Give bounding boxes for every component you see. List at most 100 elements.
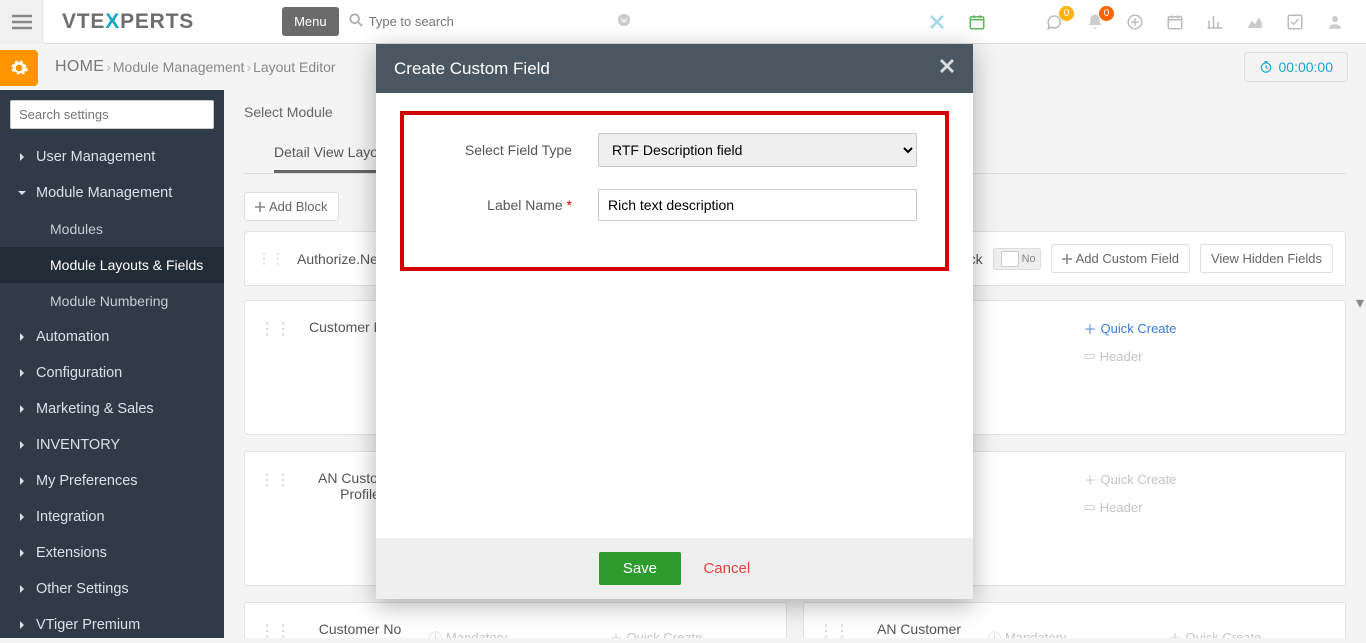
chevron-right-icon [18, 585, 26, 593]
user-icon[interactable] [1326, 13, 1344, 31]
sidebar-item[interactable]: Configuration [0, 355, 224, 391]
scroll-indicator-icon: ▾ [1356, 293, 1364, 313]
breadcrumb-l1[interactable]: Module Management [113, 59, 245, 75]
modal-title: Create Custom Field [394, 59, 550, 79]
sidebar-item-label: My Preferences [36, 473, 138, 489]
global-search-input[interactable] [345, 8, 635, 35]
prop-mandatory[interactable]: ⓘ Mandatory [429, 621, 592, 638]
modal-close-icon[interactable] [939, 58, 955, 79]
search-dropdown-icon[interactable] [617, 13, 631, 32]
toggle-no-label: No [1019, 253, 1036, 265]
add-block-button[interactable]: Add Block [244, 192, 339, 221]
sidebar-item[interactable]: Integration [0, 499, 224, 535]
chevron-right-icon [18, 369, 26, 377]
sidebar-item[interactable]: Automation [0, 319, 224, 355]
sidebar-item[interactable]: User Management [0, 139, 224, 175]
sidebar-subitem[interactable]: Modules [0, 211, 224, 247]
sidebar-search-input[interactable] [10, 100, 214, 129]
sidebar-subitem[interactable]: Module Layouts & Fields [0, 247, 224, 283]
sidebar-item[interactable]: Module Management [0, 175, 224, 211]
sidebar-item-label: User Management [36, 149, 155, 165]
field-name: AN Customer [864, 621, 974, 638]
sidebar-item-label: Automation [36, 329, 109, 345]
chevron-right-icon [18, 441, 26, 449]
search-icon [349, 13, 363, 32]
sidebar-item-label: Configuration [36, 365, 122, 381]
prop-quick-create[interactable]: ＋ Quick Create [1084, 319, 1332, 338]
bell-icon[interactable]: 0 [1086, 13, 1104, 31]
calendar-icon[interactable] [1166, 13, 1184, 31]
prop-quick-create[interactable]: ＋ Quick Create [610, 621, 773, 638]
drag-handle-icon[interactable]: ⋮⋮ [259, 319, 291, 416]
save-button[interactable]: Save [599, 552, 681, 585]
drag-handle-icon[interactable]: ⋮⋮ [259, 470, 291, 567]
prop-header[interactable]: ▭ Header [1084, 348, 1332, 364]
chat-badge: 0 [1059, 6, 1074, 21]
timer-value: 00:00:00 [1279, 59, 1334, 75]
bar-chart-icon[interactable] [1206, 13, 1224, 31]
chevron-right-icon [18, 153, 26, 161]
field-name: Customer No Type [305, 621, 415, 638]
drag-handle-icon[interactable]: ⋮⋮ [257, 250, 285, 267]
sidebar-item[interactable]: INVENTORY [0, 427, 224, 463]
breadcrumb-home[interactable]: HOME [55, 58, 104, 76]
settings-sidebar: User ManagementModule ManagementModulesM… [0, 90, 224, 638]
field-card: ⋮⋮ AN Customer ⓘ Mandatory ＋ Quick Creat… [803, 602, 1346, 638]
breadcrumb-l2: Layout Editor [253, 59, 336, 75]
highlight-annotation: Select Field Type RTF Description field … [400, 111, 949, 271]
brand-text-pre: VTE [62, 10, 105, 34]
drag-handle-icon[interactable]: ⋮⋮ [818, 621, 850, 638]
sidebar-item-label: Module Management [36, 185, 172, 201]
label-name-input[interactable] [598, 189, 917, 221]
prop-quick-create[interactable]: ＋ Quick Create [1084, 470, 1332, 489]
tab-detail-view[interactable]: Detail View Layout [274, 134, 390, 173]
brand-text-x: X [105, 10, 120, 34]
drag-handle-icon[interactable]: ⋮⋮ [259, 621, 291, 638]
brand-text-post: PERTS [120, 10, 194, 34]
field-type-select[interactable]: RTF Description field [598, 133, 917, 167]
breadcrumb-sep: › [104, 59, 113, 75]
block-toggle[interactable]: No [993, 248, 1041, 270]
checkbox-icon[interactable] [1286, 13, 1304, 31]
prop-mandatory[interactable]: ⓘ Mandatory [988, 621, 1151, 638]
cancel-button[interactable]: Cancel [703, 560, 750, 577]
sidebar-item-label: Marketing & Sales [36, 401, 154, 417]
hamburger-menu[interactable] [0, 0, 44, 44]
prop-header[interactable]: ▭ Header [1084, 499, 1332, 515]
sidebar-item-label: Integration [36, 509, 105, 525]
sidebar-subitem[interactable]: Module Numbering [0, 283, 224, 319]
select-module-label: Select Module [244, 104, 349, 120]
create-custom-field-modal: Create Custom Field Select Field Type RT… [376, 44, 973, 599]
sidebar-item[interactable]: My Preferences [0, 463, 224, 499]
sidebar-item-label: VTiger Premium [36, 617, 140, 633]
menu-button[interactable]: Menu [282, 7, 339, 36]
prop-quick-create[interactable]: ＋ Quick Create [1169, 621, 1332, 638]
plus-icon[interactable] [1126, 13, 1144, 31]
field-card: ⋮⋮ Customer No Type ⓘ Mandatory ＋ Quick … [244, 602, 787, 638]
chevron-down-icon [18, 189, 26, 197]
calendar-small-icon[interactable] [968, 13, 986, 31]
chevron-right-icon [18, 621, 26, 629]
sidebar-item-label: INVENTORY [36, 437, 120, 453]
area-chart-icon[interactable] [1246, 13, 1264, 31]
bell-badge: 0 [1099, 6, 1114, 21]
chevron-right-icon [18, 549, 26, 557]
sidebar-item[interactable]: Other Settings [0, 571, 224, 607]
chevron-right-icon [18, 513, 26, 521]
extension-x-icon[interactable] [928, 13, 946, 31]
chat-icon[interactable]: 0 [1046, 13, 1064, 31]
chevron-right-icon [18, 333, 26, 341]
settings-gear-tab[interactable] [0, 50, 38, 86]
brand-logo: VTEXPERTS [44, 10, 212, 34]
label-name-label: Label Name * [432, 197, 572, 213]
add-custom-field-button[interactable]: Add Custom Field [1051, 244, 1190, 273]
timer-widget[interactable]: 00:00:00 [1244, 52, 1349, 82]
sidebar-item[interactable]: Extensions [0, 535, 224, 571]
sidebar-item-label: Other Settings [36, 581, 129, 597]
view-hidden-fields-button[interactable]: View Hidden Fields [1200, 244, 1333, 273]
field-type-label: Select Field Type [432, 142, 572, 158]
sidebar-item-label: Extensions [36, 545, 107, 561]
sidebar-item[interactable]: Marketing & Sales [0, 391, 224, 427]
add-block-label: Add Block [269, 199, 328, 214]
add-custom-field-label: Add Custom Field [1076, 251, 1179, 266]
